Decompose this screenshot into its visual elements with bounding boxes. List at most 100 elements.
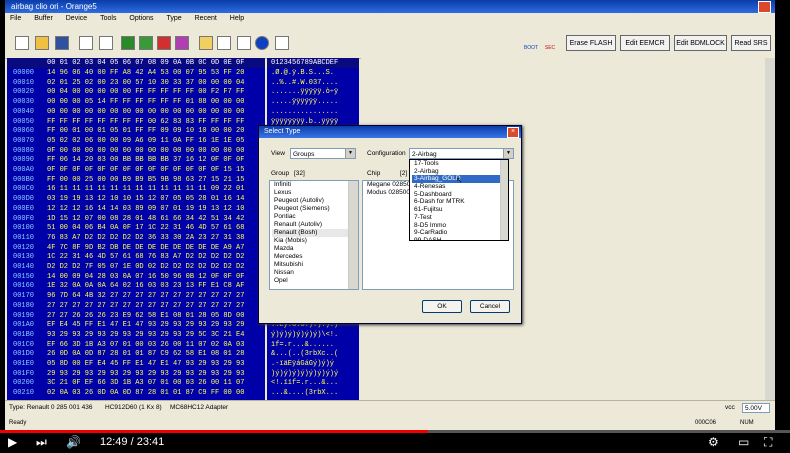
hex-row[interactable]: 00040 00 00 00 00 00 00 00 00 00 00 00 00… (7, 108, 265, 117)
hex-row-bytes[interactable]: 93 29 93 29 93 29 93 29 93 29 93 29 5C 3… (47, 331, 244, 340)
hex-row-bytes[interactable]: 14 00 09 04 28 03 0A 07 16 50 96 0B 12 0… (47, 273, 244, 282)
hex-row[interactable]: 00050 FF FF FF FF FF FF FF FF 00 62 83 83… (7, 118, 265, 127)
hex-row[interactable]: 00010 02 01 25 02 00 23 00 57 10 30 33 37… (7, 79, 265, 88)
configuration-option[interactable]: 61-Fujitsu (412, 206, 508, 214)
vcc-select[interactable]: 5.00V (742, 403, 770, 413)
ascii-row[interactable]: <!.ïïf=.r...&... (271, 379, 338, 388)
hex-row-bytes[interactable]: 0F 0F 0F 0F 0F 0F 0F 0F 0F 0F 0F 0F 0F 0… (47, 166, 244, 175)
group-list-item[interactable]: Opel (272, 277, 358, 285)
volume-icon[interactable]: 🔊 (66, 435, 81, 449)
hex-row-bytes[interactable]: 12 12 12 16 14 14 03 89 09 07 01 19 19 1… (47, 205, 244, 214)
read-icon[interactable] (139, 36, 153, 50)
hex-row[interactable]: 00200 3C 21 0F EF 66 3D 1B A3 07 01 00 03… (7, 379, 265, 388)
ascii-row[interactable]: .......ÿÿÿÿÿ.ò÷ÿ (271, 88, 338, 97)
hex-row[interactable]: 000B0 FF 00 00 25 00 00 B9 B9 B5 9B 98 63… (7, 176, 265, 185)
hex-row[interactable]: 00110 76 83 A7 D2 D2 D2 D2 D2 36 33 30 2A… (7, 234, 265, 243)
hex-row[interactable]: 000E0 12 12 12 16 14 14 03 89 09 07 01 19… (7, 205, 265, 214)
menu-buffer[interactable]: Buffer (34, 15, 53, 22)
reset-icon[interactable] (217, 36, 231, 50)
group-list-item[interactable]: Infiniti (272, 181, 358, 189)
fullscreen-icon[interactable]: ⛶ (764, 435, 772, 449)
hex-row[interactable]: 00120 4F 7C 8F 9D B2 DB DE DE DE DE DE DE… (7, 244, 265, 253)
hex-row-bytes[interactable]: 1C 22 31 46 4D 57 61 68 76 83 A7 D2 D2 D… (47, 253, 244, 262)
chip-icon[interactable] (121, 36, 135, 50)
hex-row-bytes[interactable]: 05 02 02 06 00 00 09 A6 09 11 0A FF 16 1… (47, 137, 244, 146)
hex-row[interactable]: 00020 00 04 00 00 00 00 00 FF FF FF FF FF… (7, 88, 265, 97)
paste-icon[interactable] (99, 36, 113, 50)
group-list-item[interactable]: Renault (Autoliv) (272, 221, 358, 229)
hex-row-bytes[interactable]: D2 D2 D2 7F 05 07 1E 0D 02 D2 D2 D2 D2 D… (47, 263, 244, 272)
configuration-option[interactable]: 7-Test (412, 214, 508, 222)
group-list-item[interactable]: Mitsubishi (272, 261, 358, 269)
hex-editor[interactable]: 00 01 02 03 04 05 06 07 08 09 0A 0B 0C 0… (7, 58, 265, 400)
hex-row-bytes[interactable]: 51 00 04 06 B4 0A 0F 17 1C 22 31 46 4D 5… (47, 224, 244, 233)
hex-row[interactable]: 000D0 03 19 19 13 12 10 10 15 12 07 05 05… (7, 195, 265, 204)
hex-row[interactable]: 00160 1E 32 0A 0A 0A 64 02 16 03 03 23 13… (7, 282, 265, 291)
hex-row[interactable]: 001B0 93 29 93 29 93 29 93 29 93 29 93 29… (7, 331, 265, 340)
hex-row[interactable]: 00090 FF 06 14 20 03 00 BB BB BB BB 37 16… (7, 156, 265, 165)
hex-row-bytes[interactable]: 02 0A 03 26 0D 0A 0D 87 28 01 01 87 C9 F… (47, 389, 244, 398)
hex-row[interactable]: 00190 27 27 26 26 26 23 E9 62 58 E1 08 01… (7, 312, 265, 321)
group-list-item[interactable]: Peugeot (Autoliv) (272, 197, 358, 205)
ascii-row[interactable]: .Ø.@.ÿ.B.S...S. (271, 69, 338, 78)
boot-button[interactable]: BOOT (522, 30, 540, 54)
menu-help[interactable]: Help (230, 15, 244, 22)
group-list[interactable]: Infiniti Lexus Peugeot (Autoliv) Peugeot (S… (269, 180, 359, 290)
edit-bdmlock-button[interactable]: Edit BDMLOCK (674, 35, 727, 51)
group-list-item[interactable]: Lexus (272, 189, 358, 197)
hex-row-bytes[interactable]: 00 04 00 00 00 00 00 FF FF FF FF FF 00 F… (47, 88, 244, 97)
menu-tools[interactable]: Tools (100, 15, 116, 22)
hex-row-bytes[interactable]: 26 0D 0A 0D 87 28 01 01 87 C9 62 58 E1 0… (47, 350, 244, 359)
hex-row-bytes[interactable]: 05 8D 00 EF E4 45 FF E1 47 E1 47 93 29 9… (47, 360, 244, 369)
group-list-scrollbar[interactable] (348, 181, 358, 289)
vertical-scrollbar[interactable] (765, 58, 775, 400)
hex-row[interactable]: 00000 14 96 06 40 00 FF A8 42 A4 53 00 07… (7, 69, 265, 78)
edit-icon[interactable] (275, 36, 289, 50)
hex-row-bytes[interactable]: 03 19 19 13 12 10 10 15 12 07 05 05 28 0… (47, 195, 244, 204)
group-list-item[interactable]: Nissan (272, 269, 358, 277)
ascii-row[interactable]: ................ (271, 108, 338, 117)
hex-row[interactable]: 001C0 EF 66 3D 1B A3 07 01 00 03 26 00 11… (7, 341, 265, 350)
hex-row[interactable]: 001A0 EF E4 45 FF E1 47 E1 47 93 29 93 29… (7, 321, 265, 330)
configuration-dropdown-list[interactable]: 17-Tools 2-Airbag 3-Airbag_GOLD 4-Renesas 5-… (409, 159, 509, 241)
hex-row-bytes[interactable]: FF 00 01 00 01 05 01 FF FF 09 09 10 10 0… (47, 127, 244, 136)
hex-row[interactable]: 00210 02 0A 03 26 0D 0A 0D 87 28 01 01 87… (7, 389, 265, 398)
menu-device[interactable]: Device (66, 15, 87, 22)
ascii-row[interactable]: &...(..(3rbXc..( (271, 350, 338, 359)
menu-file[interactable]: File (10, 15, 21, 22)
ascii-row[interactable]: ý)ý)ý)ý)ý)ý)\<!. (271, 331, 338, 340)
write-icon[interactable] (157, 36, 171, 50)
hex-row[interactable]: 00130 1C 22 31 46 4D 57 61 68 76 83 A7 D2… (7, 253, 265, 262)
group-list-item[interactable]: Mazda (272, 245, 358, 253)
new-icon[interactable] (15, 36, 29, 50)
hex-row[interactable]: 000F0 1D 15 12 07 00 08 28 01 48 61 66 34… (7, 215, 265, 224)
theater-mode-icon[interactable]: ▭ (738, 435, 749, 449)
close-window-button[interactable] (758, 1, 771, 13)
hex-row[interactable]: 00070 05 02 02 06 00 00 09 A6 09 11 0A FF… (7, 137, 265, 146)
dropdown-scrollbar[interactable] (500, 160, 508, 240)
hex-row[interactable]: 00100 51 00 04 06 B4 0A 0F 17 1C 22 31 46… (7, 224, 265, 233)
ascii-row[interactable]: )ý)ý)ý)ý)ý)ý)ý)ý (271, 370, 338, 379)
hex-row[interactable]: 00180 27 27 27 27 27 27 27 27 27 27 27 27… (7, 302, 265, 311)
hex-row-bytes[interactable]: 14 96 06 40 00 FF A8 42 A4 53 00 07 95 5… (47, 69, 244, 78)
hex-row[interactable]: 00170 96 7D 64 4B 32 27 27 27 27 27 27 27… (7, 292, 265, 301)
hex-row-bytes[interactable]: 3C 21 0F EF 66 3D 1B A3 07 01 00 03 26 0… (47, 379, 244, 388)
hex-row[interactable]: 001E0 05 8D 00 EF E4 45 FF E1 47 E1 47 93… (7, 360, 265, 369)
configuration-option[interactable]: 2-Airbag (412, 168, 508, 176)
save-icon[interactable] (55, 36, 69, 50)
next-icon[interactable]: ⏭ (36, 435, 47, 449)
hex-row-bytes[interactable]: 02 01 25 02 00 23 00 57 10 30 33 37 00 0… (47, 79, 244, 88)
hex-row[interactable]: 000A0 0F 0F 0F 0F 0F 0F 0F 0F 0F 0F 0F 0F… (7, 166, 265, 175)
menu-options[interactable]: Options (129, 15, 153, 22)
hex-row-bytes[interactable]: 29 93 29 93 29 93 29 93 29 93 29 93 29 9… (47, 370, 244, 379)
hex-row[interactable]: 00140 D2 D2 D2 7F 05 07 1E 0D 02 D2 D2 D2… (7, 263, 265, 272)
notes-icon[interactable] (199, 36, 213, 50)
view-select[interactable]: Groups ▼ (290, 148, 356, 159)
hex-row[interactable]: 00080 0F 00 00 00 00 00 00 00 00 00 00 00… (7, 147, 265, 156)
hex-row[interactable]: 00150 14 00 09 04 28 03 0A 07 16 50 96 0B… (7, 273, 265, 282)
hex-row[interactable]: 000C0 16 11 11 11 11 11 11 11 11 11 11 11… (7, 185, 265, 194)
hex-row-bytes[interactable]: 27 27 26 26 26 23 E9 62 58 E1 08 01 28 0… (47, 312, 244, 321)
hex-row-bytes[interactable]: FF FF FF FF FF FF FF FF 00 62 83 83 FF F… (47, 118, 244, 127)
hex-row-bytes[interactable]: 27 27 27 27 27 27 27 27 27 27 27 27 27 2… (47, 302, 244, 311)
group-list-item[interactable]: Peugeot (Siemens) (272, 205, 358, 213)
